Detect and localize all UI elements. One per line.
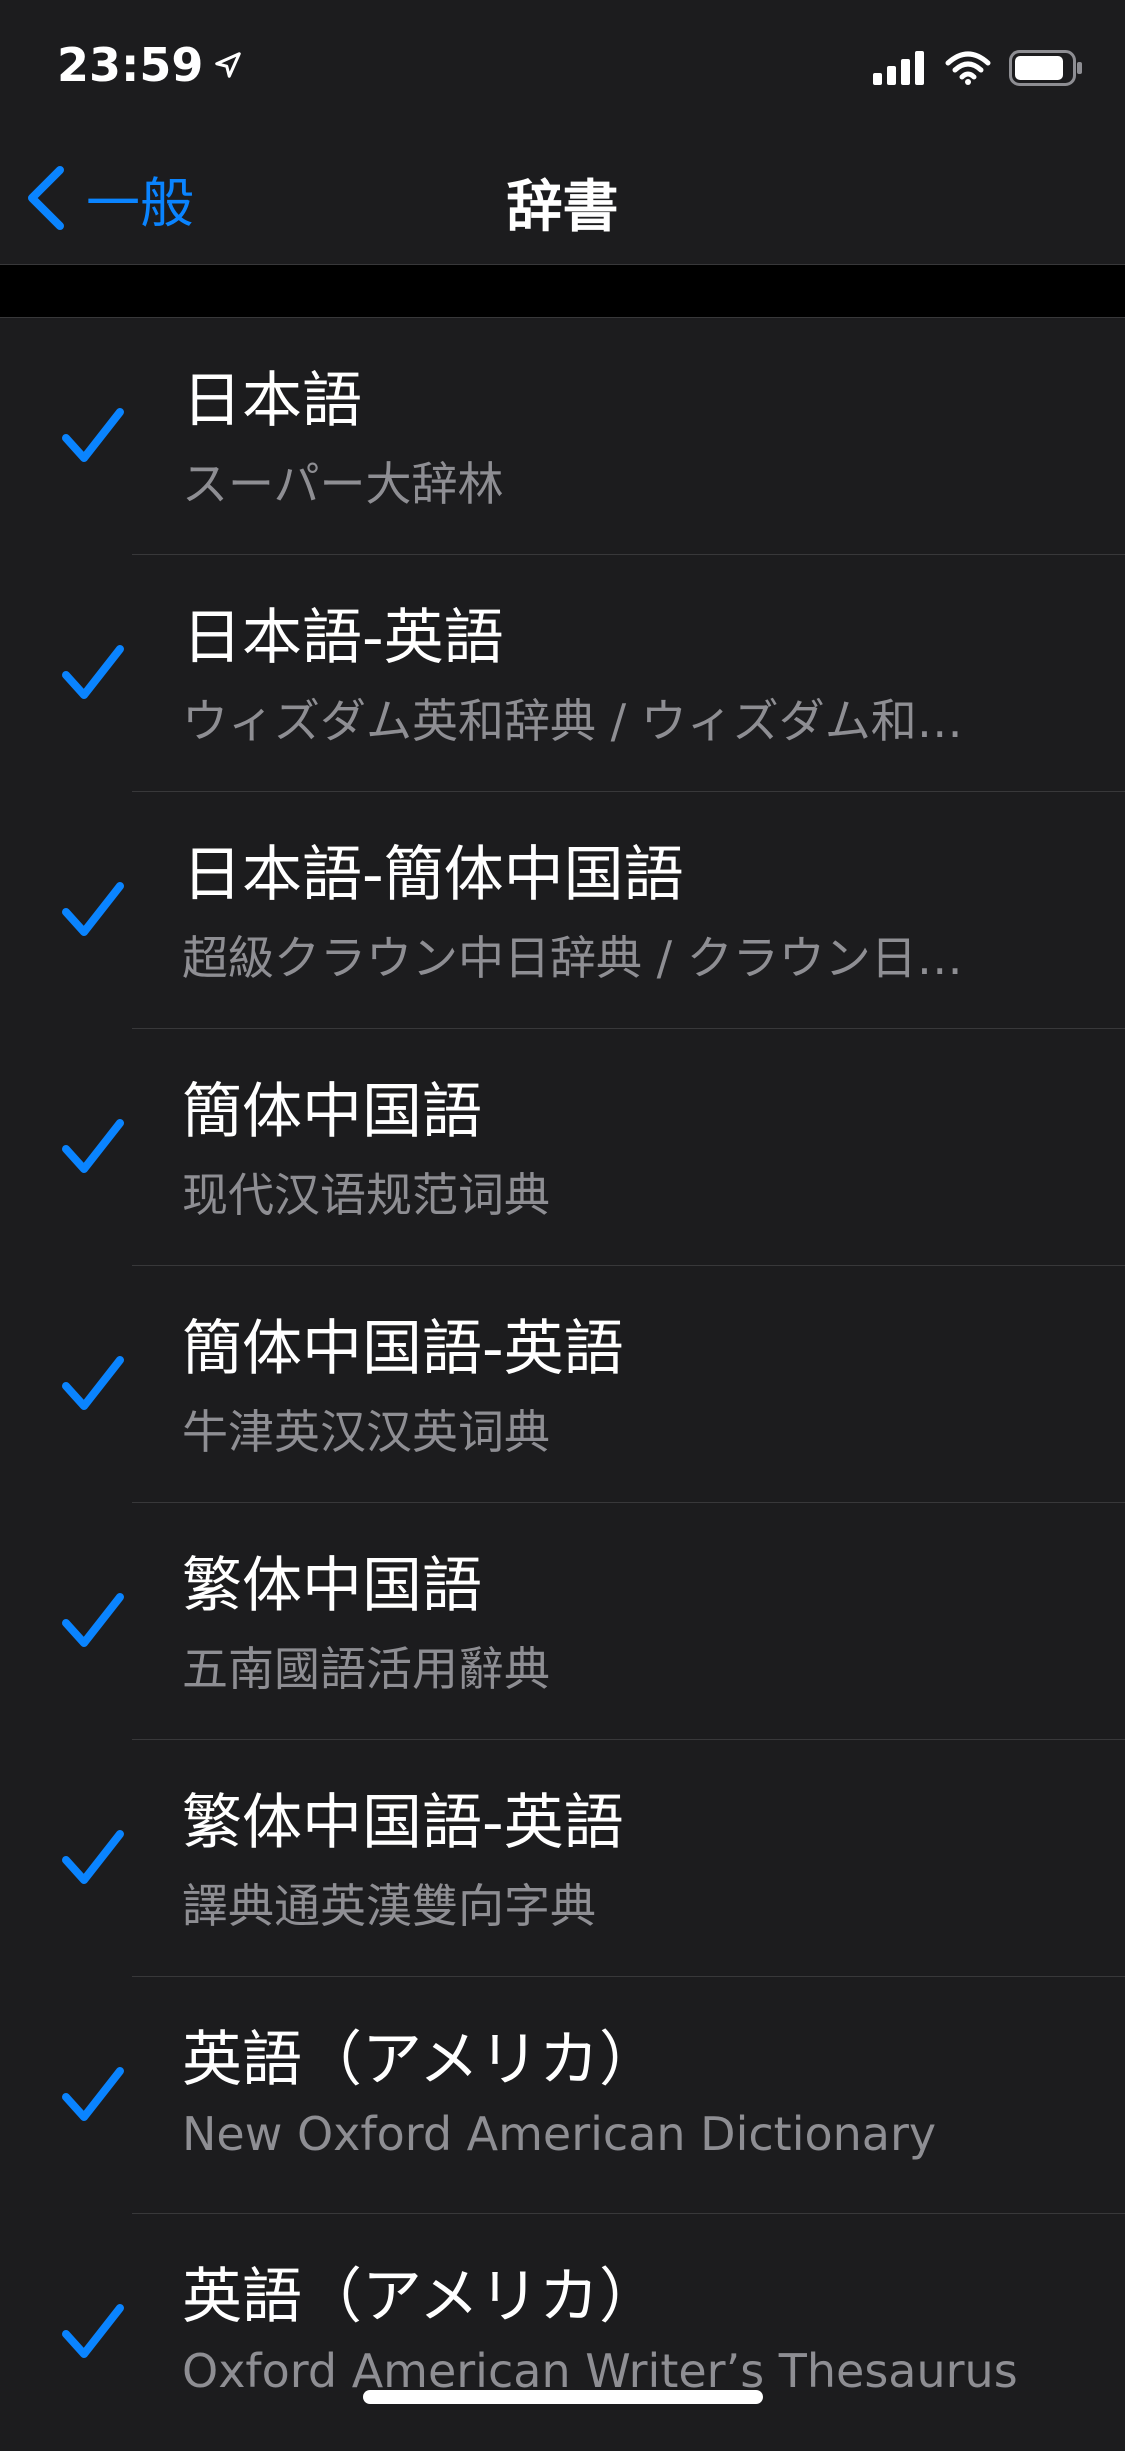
dictionary-list: 日本語 スーパー大辞林 日本語-英語 ウィズダム英和辞典 / ウィズダム和… 日…: [0, 318, 1125, 2451]
dictionary-row-traditional-chinese-english[interactable]: 繁体中国語-英語 譯典通英漢雙向字典: [0, 1740, 1125, 1977]
location-arrow-icon: [215, 52, 242, 78]
checkmark-icon: [62, 882, 124, 936]
dictionary-title: 英語（アメリカ）: [182, 2262, 659, 2332]
dictionary-title: 繁体中国語-英語: [182, 1788, 624, 1858]
cellular-signal-icon: [873, 51, 924, 85]
checkmark-icon: [62, 645, 124, 699]
status-indicators: [873, 50, 1083, 86]
checkmark-icon: [62, 1830, 124, 1884]
dictionary-title: 簡体中国語: [182, 1077, 482, 1147]
checkmark-icon: [62, 1119, 124, 1173]
dictionary-title: 日本語: [182, 366, 362, 436]
dictionary-subtitle: 五南國語活用辭典: [182, 1642, 550, 1696]
dictionary-title: 英語（アメリカ）: [182, 2025, 659, 2095]
dictionary-row-simplified-chinese[interactable]: 簡体中国語 现代汉语规范词典: [0, 1029, 1125, 1266]
dictionary-subtitle: 牛津英汉汉英词典: [182, 1405, 550, 1459]
page-title: 辞書: [506, 175, 619, 240]
dictionary-subtitle: ウィズダム英和辞典 / ウィズダム和…: [182, 694, 963, 748]
dictionary-subtitle: 现代汉语规范词典: [182, 1168, 550, 1222]
dictionary-row-traditional-chinese[interactable]: 繁体中国語 五南國語活用辭典: [0, 1503, 1125, 1740]
dictionary-title: 日本語-簡体中国語: [182, 840, 684, 910]
status-time: 23:59: [57, 38, 243, 92]
dictionary-title: 繁体中国語: [182, 1551, 482, 1621]
checkmark-icon: [62, 2304, 124, 2358]
dictionary-row-japanese[interactable]: 日本語 スーパー大辞林: [0, 318, 1125, 555]
dictionary-subtitle: 譯典通英漢雙向字典: [182, 1879, 596, 1933]
checkmark-icon: [62, 1593, 124, 1647]
dictionary-subtitle: スーパー大辞林: [182, 457, 504, 511]
dictionary-row-simplified-chinese-english[interactable]: 簡体中国語-英語 牛津英汉汉英词典: [0, 1266, 1125, 1503]
home-indicator[interactable]: [363, 2390, 763, 2404]
dictionary-row-japanese-english[interactable]: 日本語-英語 ウィズダム英和辞典 / ウィズダム和…: [0, 555, 1125, 792]
dictionary-subtitle: 超級クラウン中日辞典 / クラウン日…: [182, 931, 963, 985]
section-spacer: [0, 265, 1125, 318]
dictionary-title: 簡体中国語-英語: [182, 1314, 624, 1384]
checkmark-icon: [62, 408, 124, 462]
dictionary-title: 日本語-英語: [182, 603, 504, 673]
dictionary-subtitle: New Oxford American Dictionary: [182, 2107, 937, 2161]
dictionary-row-japanese-simplified-chinese[interactable]: 日本語-簡体中国語 超級クラウン中日辞典 / クラウン日…: [0, 792, 1125, 1029]
wifi-icon: [945, 51, 991, 85]
navigation-bar: 一般 辞書: [0, 132, 1125, 265]
dictionary-row-english-us-thesaurus[interactable]: 英語（アメリカ） Oxford American Writer’s Thesau…: [0, 2214, 1125, 2451]
dictionary-row-english-us-dictionary[interactable]: 英語（アメリカ） New Oxford American Dictionary: [0, 1977, 1125, 2214]
checkmark-icon: [62, 2067, 124, 2121]
status-time-text: 23:59: [57, 38, 204, 92]
battery-icon: [1009, 50, 1082, 86]
status-bar: 23:59: [0, 0, 1125, 132]
checkmark-icon: [62, 1356, 124, 1410]
